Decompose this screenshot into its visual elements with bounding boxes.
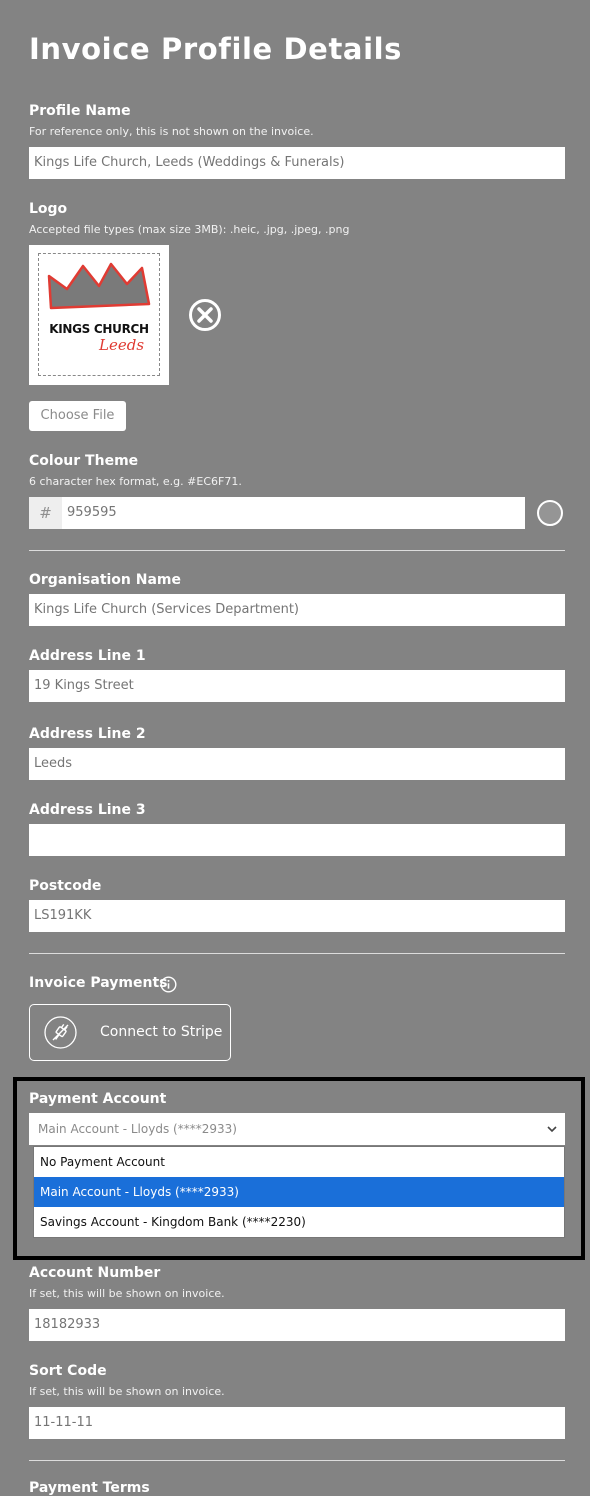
address-line-2-input[interactable] [29, 748, 565, 780]
connect-stripe-label: Connect to Stripe [100, 1024, 223, 1040]
profile-name-hint: For reference only, this is not shown on… [29, 125, 314, 138]
divider [29, 1460, 565, 1461]
sort-code-input[interactable] [29, 1407, 565, 1439]
logo-hint: Accepted file types (max size 3MB): .hei… [29, 223, 350, 236]
address-line-3-input[interactable] [29, 824, 565, 856]
colour-theme-label: Colour Theme [29, 453, 139, 469]
hash-prefix: # [29, 497, 62, 529]
highlight-box [13, 1077, 585, 1260]
address-line-1-label: Address Line 1 [29, 648, 146, 664]
info-icon[interactable] [160, 976, 177, 993]
crown-icon [47, 262, 151, 310]
close-circle-icon [189, 299, 221, 331]
account-number-label: Account Number [29, 1265, 161, 1281]
sort-code-hint: If set, this will be shown on invoice. [29, 1385, 225, 1398]
postcode-label: Postcode [29, 878, 102, 894]
account-number-input[interactable] [29, 1309, 565, 1341]
colour-theme-input[interactable] [62, 497, 525, 529]
remove-logo-button[interactable] [188, 298, 222, 332]
choose-file-button[interactable]: Choose File [29, 401, 126, 431]
logo-text-script: Leeds [99, 336, 145, 354]
page-title: Invoice Profile Details [29, 32, 403, 66]
connect-stripe-button[interactable]: Connect to Stripe [29, 1004, 231, 1061]
colour-swatch[interactable] [537, 500, 563, 526]
sort-code-label: Sort Code [29, 1363, 107, 1379]
postcode-input[interactable] [29, 900, 565, 932]
account-number-hint: If set, this will be shown on invoice. [29, 1287, 225, 1300]
organisation-name-label: Organisation Name [29, 572, 182, 588]
address-line-1-input[interactable] [29, 670, 565, 702]
logo-preview: KINGS CHURCH Leeds [29, 245, 169, 385]
organisation-name-input[interactable] [29, 594, 565, 626]
address-line-3-label: Address Line 3 [29, 802, 146, 818]
logo-image: KINGS CHURCH Leeds [38, 253, 160, 376]
logo-text: KINGS CHURCH [49, 322, 149, 336]
payment-terms-label: Payment Terms [29, 1480, 150, 1496]
divider [29, 953, 565, 954]
divider [29, 550, 565, 551]
profile-name-label: Profile Name [29, 103, 131, 119]
colour-theme-hint: 6 character hex format, e.g. #EC6F71. [29, 475, 242, 488]
logo-label: Logo [29, 201, 68, 217]
plug-icon [44, 1016, 77, 1049]
address-line-2-label: Address Line 2 [29, 726, 146, 742]
profile-name-input[interactable] [29, 147, 565, 179]
invoice-payments-label: Invoice Payments [29, 975, 168, 991]
